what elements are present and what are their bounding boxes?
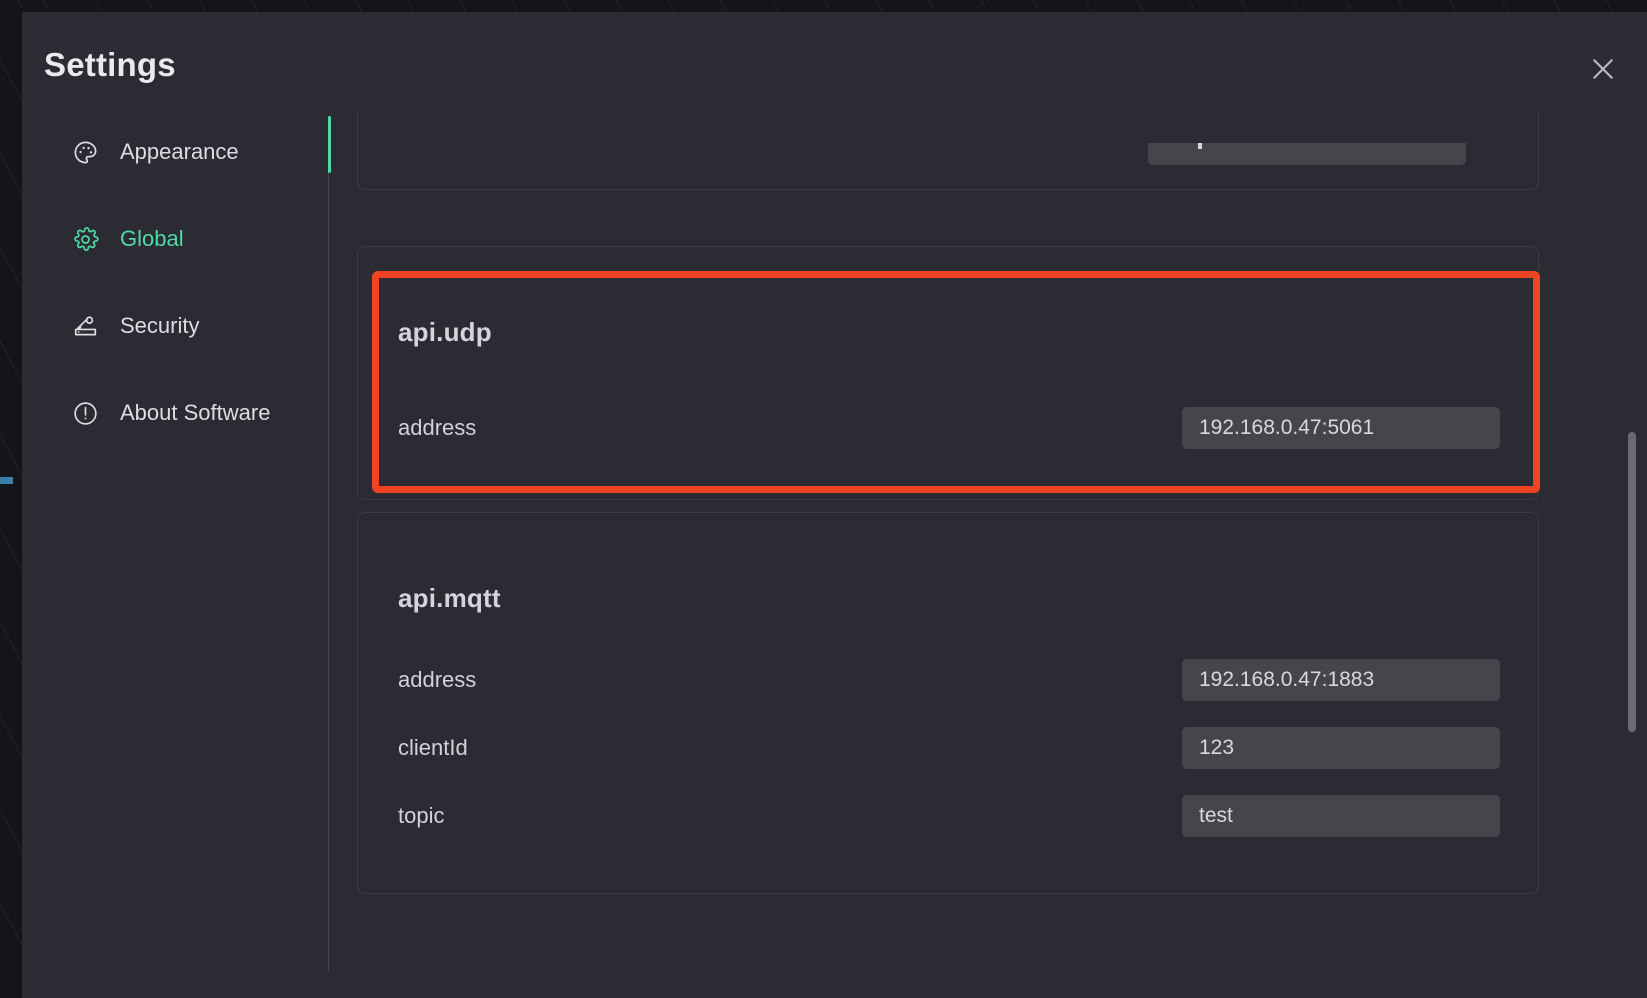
field-row: clientId [398, 727, 1500, 769]
field-label-address: address [398, 667, 477, 692]
close-icon [1588, 54, 1618, 84]
sidebar-item-label: Appearance [120, 139, 239, 164]
sidebar-item-label: About Software [120, 400, 271, 425]
field-row: topic [398, 795, 1500, 837]
backdrop-accent-mark [0, 477, 13, 484]
key-card-icon [70, 311, 100, 341]
palette-icon [70, 137, 100, 167]
field-row: address [398, 407, 1500, 449]
settings-card-api-mqtt: api.mqtt address clientId topic [357, 512, 1539, 894]
gear-icon [70, 224, 100, 254]
mqtt-address-input[interactable] [1182, 659, 1500, 701]
sidebar-item-security[interactable]: Security [70, 304, 199, 348]
backdrop-left-strip [0, 0, 22, 998]
page-title: Settings [44, 46, 176, 83]
settings-dialog: Settings Appearance Global Security Abou… [22, 12, 1647, 998]
field-label-clientid: clientId [398, 735, 468, 760]
scrollbar-thumb[interactable] [1628, 432, 1636, 732]
card-title: api.udp [398, 317, 492, 347]
close-button[interactable] [1582, 48, 1624, 90]
mqtt-topic-input[interactable] [1182, 795, 1500, 837]
settings-card-api-udp: api.udp address [357, 246, 1539, 500]
text-caret [1198, 143, 1202, 149]
sidebar-item-label: Global [120, 226, 184, 251]
dialog-titlebar: Settings [22, 12, 1647, 122]
content-scrollbar[interactable] [1625, 112, 1639, 998]
sidebar-item-about[interactable]: About Software [70, 391, 270, 435]
settings-content-pane: api.udp address api.mqtt address clientI… [329, 112, 1647, 998]
sidebar: Appearance Global Security About Softwar… [22, 112, 329, 998]
field-label-topic: topic [398, 803, 445, 828]
field-row: address [398, 659, 1500, 701]
mqtt-clientid-input[interactable] [1182, 727, 1500, 769]
sidebar-item-appearance[interactable]: Appearance [70, 130, 239, 174]
card-title: api.mqtt [398, 583, 501, 613]
udp-address-input[interactable] [1182, 407, 1500, 449]
field-label-address: address [398, 415, 477, 440]
partial-field-input[interactable] [1148, 143, 1466, 165]
sidebar-item-global[interactable]: Global [70, 217, 184, 261]
settings-card-partial [357, 112, 1539, 190]
info-circle-icon [70, 398, 100, 428]
sidebar-item-label: Security [120, 313, 200, 338]
